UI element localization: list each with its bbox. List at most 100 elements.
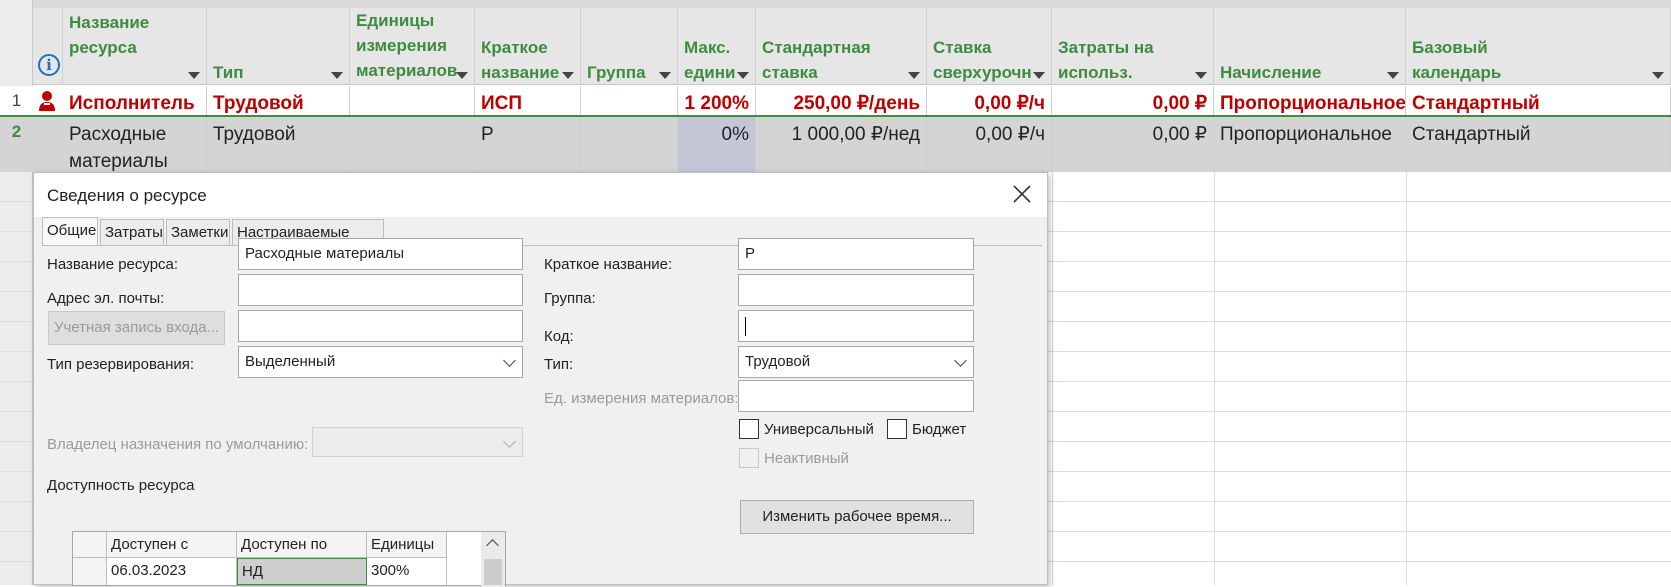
text-caret	[745, 317, 746, 336]
availability-header-from[interactable]: Доступен с	[107, 532, 237, 558]
cell-cost-per-use[interactable]: 0,00 ₽	[1052, 86, 1214, 115]
column-header-row: i Название ресурса Тип Единицы измерения…	[33, 8, 1671, 85]
code-input[interactable]	[738, 310, 974, 342]
default-owner-label: Владелец назначения по умолчанию:	[47, 436, 309, 453]
col-header-std-rate[interactable]: Стандартная ставка	[756, 8, 927, 85]
cell-type[interactable]: Трудовой	[207, 86, 350, 115]
change-working-time-button[interactable]: Изменить рабочее время...	[740, 500, 974, 534]
dropdown-arrow-icon[interactable]	[1387, 72, 1399, 79]
availability-label: Доступность ресурса	[47, 477, 195, 494]
cell-cost-per-use[interactable]: 0,00 ₽	[1052, 117, 1214, 172]
dropdown-arrow-icon[interactable]	[1652, 72, 1664, 79]
table-row[interactable]: 1 Исполнитель Трудовой ИСП 1 200% 250,00…	[0, 86, 1671, 117]
cell-name[interactable]: Расходные материалы	[63, 117, 207, 172]
cell-accrue[interactable]: Пропорциональное	[1214, 117, 1406, 172]
cell-base-calendar[interactable]: Стандартный	[1406, 86, 1671, 115]
col-header-ovt-rate[interactable]: Ставка сверхурочн	[927, 8, 1052, 85]
col-header-cost-per-use[interactable]: Затраты на использ.	[1052, 8, 1214, 85]
col-header-type[interactable]: Тип	[207, 8, 350, 85]
dropdown-arrow-icon[interactable]	[1033, 72, 1045, 79]
availability-cell-units[interactable]: 300%	[367, 558, 447, 585]
close-icon[interactable]	[1011, 183, 1033, 205]
generic-checkbox[interactable]	[739, 419, 759, 439]
cell-group[interactable]	[581, 86, 678, 115]
availability-corner	[73, 532, 107, 558]
resource-name-input[interactable]: Расходные материалы	[238, 238, 523, 270]
material-units-input[interactable]	[738, 380, 974, 412]
overallocation-person-icon	[39, 91, 55, 111]
budget-checkbox[interactable]	[887, 419, 907, 439]
default-owner-select[interactable]	[312, 427, 523, 457]
col-header-accrue[interactable]: Начисление	[1214, 8, 1406, 85]
cell-std-rate[interactable]: 1 000,00 ₽/нед	[756, 117, 927, 172]
type-select[interactable]: Трудовой	[738, 346, 974, 378]
inactive-label: Неактивный	[764, 450, 849, 467]
scroll-thumb[interactable]	[484, 559, 502, 585]
dialog-titlebar: Сведения о ресурсе	[34, 173, 1047, 217]
dropdown-arrow-icon[interactable]	[331, 72, 343, 79]
resource-name-label: Название ресурса:	[47, 256, 179, 273]
inactive-checkbox[interactable]	[739, 448, 759, 468]
col-header-short-name[interactable]: Краткое название	[475, 8, 581, 85]
grid-divider	[1214, 172, 1215, 585]
account-button[interactable]: Учетная запись входа...	[48, 311, 225, 345]
dropdown-arrow-icon[interactable]	[562, 72, 574, 79]
col-header-label: Краткое название	[481, 38, 560, 82]
dropdown-arrow-icon[interactable]	[1195, 72, 1207, 79]
col-header-label: Начисление	[1220, 63, 1322, 82]
cell-std-rate[interactable]: 250,00 ₽/день	[756, 86, 927, 115]
cell-group[interactable]	[581, 117, 678, 172]
chevron-down-icon	[954, 354, 967, 367]
tab-notes[interactable]: Заметки	[166, 219, 230, 245]
dropdown-arrow-icon[interactable]	[456, 72, 468, 79]
cell-ovt-rate[interactable]: 0,00 ₽/ч	[927, 117, 1052, 172]
cell-max-units[interactable]: 0%	[678, 117, 756, 172]
col-header-max-units[interactable]: Макс. едини	[678, 8, 756, 85]
dropdown-arrow-icon[interactable]	[737, 72, 749, 79]
resource-info-dialog: Сведения о ресурсе Общие Затраты Заметки…	[33, 172, 1048, 587]
cell-max-units[interactable]: 1 200%	[678, 86, 756, 115]
budget-label: Бюджет	[912, 421, 967, 438]
cell-short-name[interactable]: Р	[475, 117, 581, 172]
code-label: Код:	[544, 328, 574, 345]
availability-scrollbar[interactable]	[481, 532, 505, 587]
availability-header-to[interactable]: Доступен по	[237, 532, 367, 558]
chevron-up-icon[interactable]	[486, 539, 499, 552]
table-row-selected[interactable]: 2 Расходные материалы Трудовой Р 0% 1 00…	[0, 117, 1671, 172]
account-input[interactable]	[238, 310, 523, 342]
material-units-label: Ед. измерения материалов:	[544, 390, 739, 407]
col-header-base-calendar[interactable]: Базовый календарь	[1406, 8, 1671, 85]
cell-accrue[interactable]: Пропорциональное	[1214, 86, 1406, 115]
indicator-header[interactable]: i	[33, 8, 63, 85]
chevron-down-icon	[503, 435, 516, 448]
cell-material-units[interactable]	[350, 86, 475, 115]
cell-short-name[interactable]: ИСП	[475, 86, 581, 115]
cell-type[interactable]: Трудовой	[207, 117, 350, 172]
cell-material-units[interactable]	[350, 117, 475, 172]
dropdown-arrow-icon[interactable]	[188, 72, 200, 79]
tab-costs[interactable]: Затраты	[100, 219, 164, 245]
cell-base-calendar[interactable]: Стандартный	[1406, 117, 1671, 172]
booking-type-select[interactable]: Выделенный	[238, 346, 523, 378]
availability-row-selector[interactable]	[73, 558, 107, 585]
row-number[interactable]: 2	[0, 117, 33, 147]
availability-cell-to[interactable]: НД	[237, 558, 367, 585]
chevron-down-icon	[503, 354, 516, 367]
availability-cell-from[interactable]: 06.03.2023	[107, 558, 237, 585]
dropdown-arrow-icon[interactable]	[908, 72, 920, 79]
cell-name[interactable]: Исполнитель	[63, 86, 207, 115]
cell-ovt-rate[interactable]: 0,00 ₽/ч	[927, 86, 1052, 115]
type-value: Трудовой	[745, 353, 811, 370]
col-header-label: Ставка сверхурочн	[933, 38, 1032, 82]
email-input[interactable]	[238, 274, 523, 306]
short-name-input[interactable]: Р	[738, 238, 974, 270]
col-header-material-units[interactable]: Единицы измерения материалов	[350, 8, 475, 85]
dropdown-arrow-icon[interactable]	[659, 72, 671, 79]
availability-header-units[interactable]: Единицы	[367, 532, 447, 558]
group-input[interactable]	[738, 274, 974, 306]
col-header-name[interactable]: Название ресурса	[63, 8, 207, 85]
tab-general[interactable]: Общие	[42, 217, 98, 245]
col-header-group[interactable]: Группа	[581, 8, 678, 85]
row-number[interactable]: 1	[0, 86, 33, 116]
col-header-label: Затраты на использ.	[1058, 38, 1154, 82]
